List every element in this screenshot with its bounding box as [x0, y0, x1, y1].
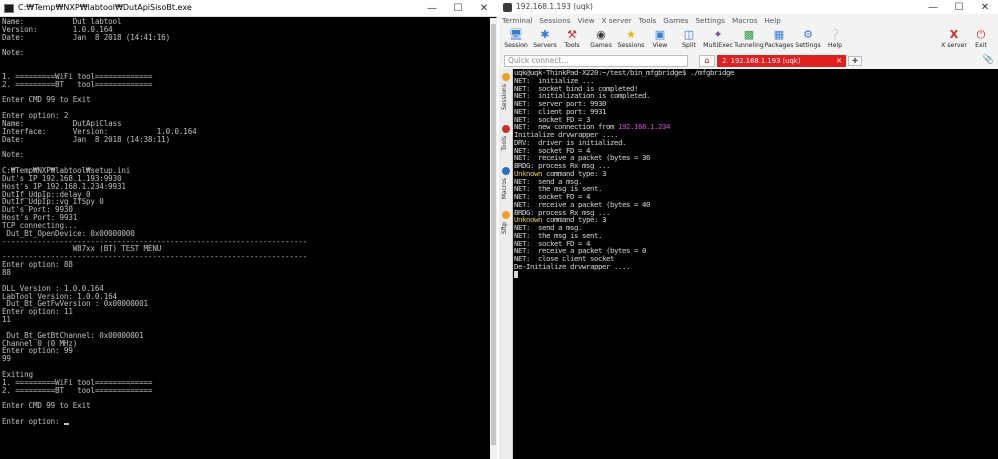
mobaxterm-app-icon: [503, 3, 512, 12]
console-line: Note:: [2, 150, 25, 160]
sftp-side-icon: [502, 211, 510, 219]
home-icon: ⌂: [704, 56, 710, 65]
console-titlebar[interactable]: C:₩Temp₩NXP₩labtool₩DutApiSisoBt.exe — ☐…: [0, 0, 497, 17]
menu-sessions[interactable]: Sessions: [539, 15, 570, 27]
terminal-cursor: [514, 270, 518, 278]
menu-settings[interactable]: Settings: [695, 15, 724, 27]
console-output[interactable]: Name: Dut labtool Version: 1.0.0.164 Date:…: [0, 18, 490, 459]
maximize-icon[interactable]: ☐: [946, 0, 972, 14]
close-icon[interactable]: ✕: [972, 0, 998, 14]
main-toolbar: 🖥 Session ✱ Servers ⚒ Tools ◉ Games ★ Session…: [499, 27, 998, 53]
console-line: 2. =========BT tool=============: [2, 79, 153, 89]
tab-close-icon[interactable]: ✕: [836, 55, 842, 67]
macros-side-icon: [502, 167, 510, 175]
view-icon: ▣: [654, 28, 666, 41]
menu-macros[interactable]: Macros: [732, 15, 758, 27]
tunneling-button[interactable]: ▩ Tunneling: [732, 27, 766, 53]
sessions-side-icon: [502, 73, 510, 81]
packages-icon: ▦: [773, 28, 785, 41]
tab-row: Quick connect... ⌂ 2. 192.168.1.193 (uqk…: [499, 55, 998, 67]
attach-icon[interactable]: 📎: [983, 55, 994, 65]
side-tab-sftp[interactable]: Sftp: [499, 209, 513, 247]
terminal-output[interactable]: uqk@uqk-ThinkPad-X220:~/test/bin_mfgbrid…: [513, 69, 998, 459]
menu-tools[interactable]: Tools: [639, 15, 657, 27]
star-icon: ★: [626, 28, 636, 41]
new-tab-icon: ✚: [852, 57, 858, 65]
console-line: 88: [2, 268, 11, 277]
minimize-icon[interactable]: —: [920, 0, 946, 14]
console-app-icon: [4, 4, 14, 13]
console-line: Enter CMD 99 to Exit: [2, 95, 91, 105]
side-tab-sessions[interactable]: Sessions: [499, 71, 513, 117]
console-line: Date: Jan 8 2018 (14:41:16): [2, 32, 171, 42]
tools-side-icon: [502, 125, 510, 133]
servers-icon: ✱: [540, 28, 550, 41]
ip-address-text: 192.168.1.234: [618, 122, 670, 132]
console-line: Enter CMD 99 to Exit: [2, 401, 91, 411]
menu-help[interactable]: Help: [764, 15, 780, 27]
home-tab[interactable]: ⌂: [699, 55, 715, 67]
scrollbar-thumb[interactable]: [491, 24, 496, 445]
terminal-text: De-Initialize drvwrapper ....: [514, 261, 630, 271]
console-line: Enter option: 88: [2, 260, 73, 270]
menu-x-server[interactable]: X server: [602, 15, 632, 27]
gear-icon: ⚙: [803, 28, 813, 41]
menu-view[interactable]: View: [578, 15, 595, 27]
mobaxterm-window-title: 192.168.1.193 (uqk): [516, 2, 593, 11]
terminal-line: De-Initialize drvwrapper ....: [514, 261, 734, 271]
x-server-button[interactable]: XX server: [937, 27, 971, 53]
console-line: Note:: [2, 48, 25, 58]
console-line: 11: [2, 315, 11, 325]
console-line: Enter option:: [2, 418, 307, 426]
console-line: Enter option: 11: [2, 307, 73, 317]
menu-bar: Terminal Sessions View X server Tools Ga…: [499, 15, 781, 27]
exit-button[interactable]: ⏻ Exit: [967, 27, 995, 53]
help-button[interactable]: ❔ Help: [818, 27, 852, 53]
monitor-icon: 🖥: [509, 28, 523, 41]
console-line: 2. =========BT tool=============: [2, 385, 153, 395]
side-tab-macros[interactable]: Macros: [499, 165, 513, 209]
tab-session-2[interactable]: 2. 192.168.1.193 (uqk) ✕: [717, 55, 846, 67]
gamepad-icon: ◉: [596, 28, 606, 41]
new-tab-button[interactable]: ✚: [848, 56, 862, 66]
console-cursor: [63, 423, 69, 426]
quick-connect-input[interactable]: Quick connect...: [504, 55, 688, 67]
console-scrollbar[interactable]: [490, 18, 497, 459]
tab-session-label: 2. 192.168.1.193 (uqk): [722, 57, 801, 65]
mobaxterm-window: 192.168.1.193 (uqk) — ☐ ✕ Terminal Sessi…: [499, 0, 998, 459]
console-line: Date: Jan 8 2018 (14:38:11): [2, 134, 171, 144]
console-window: C:₩Temp₩NXP₩labtool₩DutApiSisoBt.exe — ☐…: [0, 0, 497, 459]
terminal-prompt-line: [514, 270, 734, 279]
multiexec-button[interactable]: ✦ MultiExec: [701, 27, 735, 53]
tools-icon: ⚒: [567, 28, 577, 41]
close-icon[interactable]: ✕: [471, 0, 497, 17]
side-tab-bar: Sessions Tools Macros Sftp: [499, 69, 513, 459]
tunnel-icon: ▩: [743, 28, 755, 41]
games-button[interactable]: ◉ Games: [584, 27, 618, 53]
console-line: 99: [2, 354, 11, 364]
multiexec-icon: ✦: [713, 28, 723, 41]
menu-games[interactable]: Games: [663, 15, 688, 27]
side-tab-tools[interactable]: Tools: [499, 123, 513, 163]
split-icon: ◫: [683, 28, 695, 41]
power-icon: ⏻: [976, 28, 986, 41]
mobaxterm-titlebar[interactable]: 192.168.1.193 (uqk) — ☐ ✕: [499, 0, 998, 14]
maximize-icon[interactable]: ☐: [445, 0, 471, 17]
x-server-icon: X: [949, 28, 959, 41]
console-line: Enter option: 99: [2, 346, 73, 356]
console-window-title: C:₩Temp₩NXP₩labtool₩DutApiSisoBt.exe: [18, 3, 192, 12]
menu-terminal[interactable]: Terminal: [502, 15, 532, 27]
minimize-icon[interactable]: —: [419, 0, 445, 17]
help-icon: ❔: [828, 28, 842, 41]
